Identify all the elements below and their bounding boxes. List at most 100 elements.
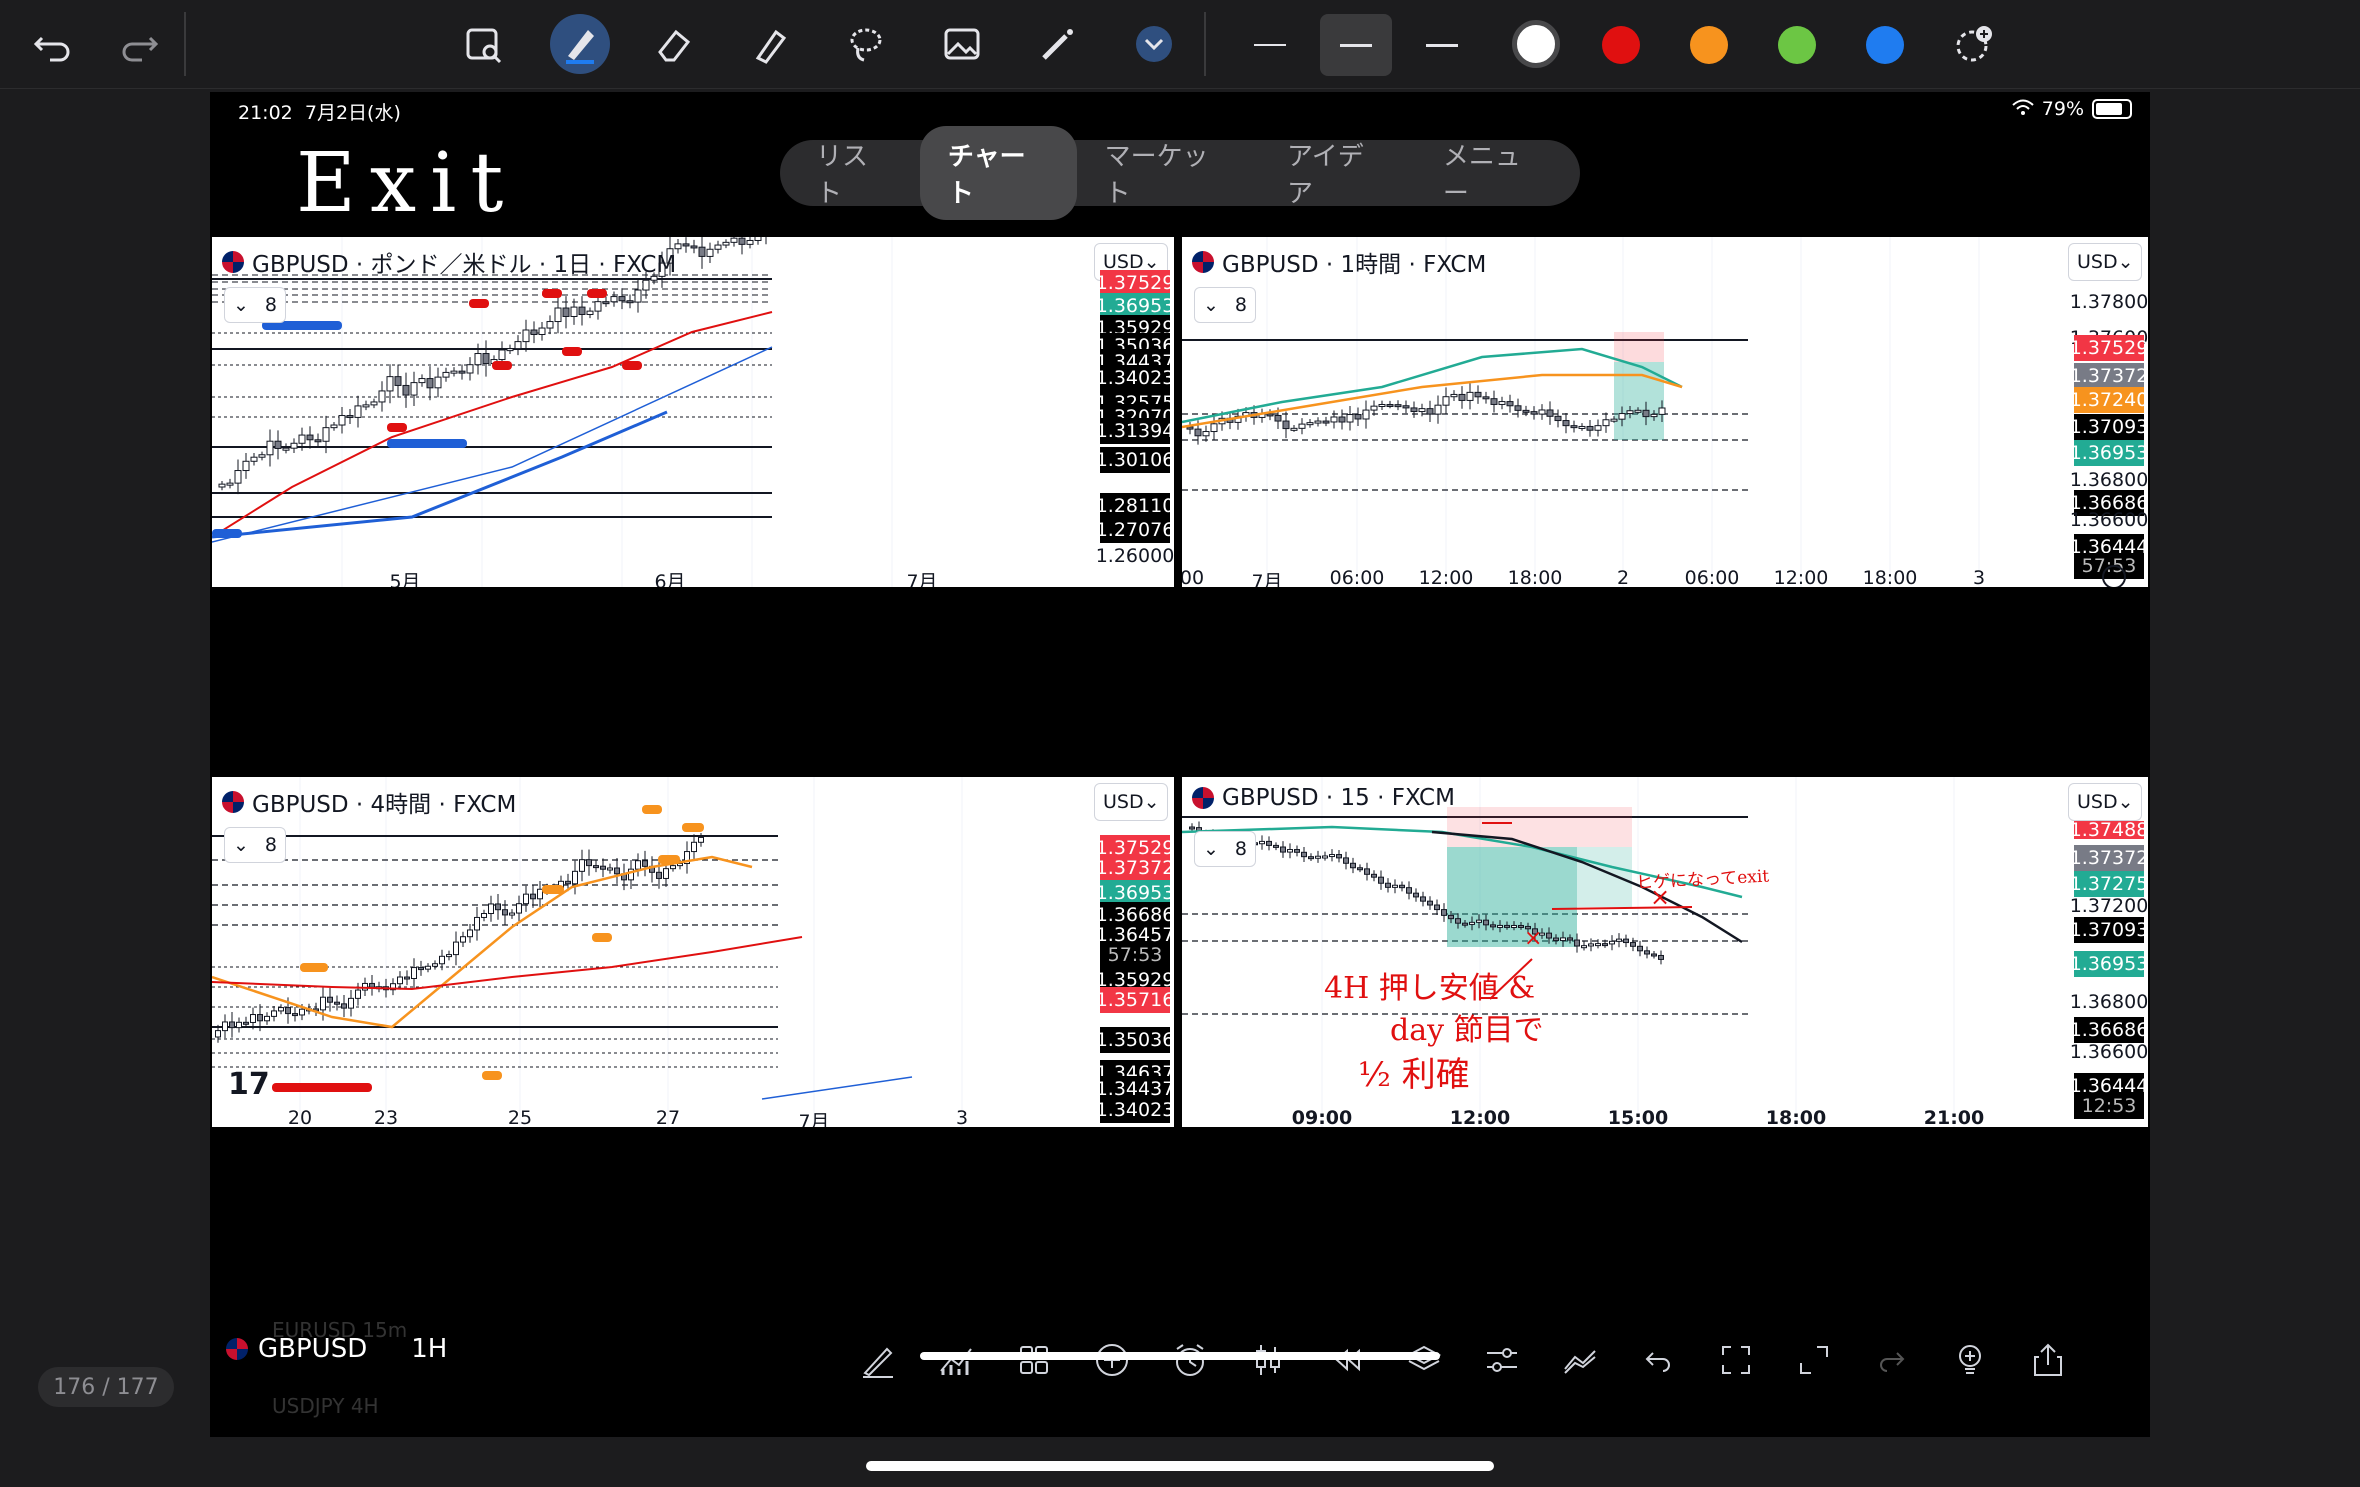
candle-body <box>1469 921 1475 925</box>
currency-select[interactable]: USD ⌄ <box>2068 783 2142 821</box>
zone-marker <box>682 823 704 832</box>
chart-pane-daily[interactable]: GBPUSD · ポンド／米ドル · 1日 · FXCM USD ⌄ ⌄ 8 1.3… <box>212 237 1174 587</box>
candle-body <box>354 405 362 418</box>
line-medium-option[interactable] <box>1320 14 1392 76</box>
magic-wand-icon[interactable] <box>1028 14 1088 74</box>
chevron-down-icon: ⌄ <box>2117 251 2134 273</box>
eraser-icon[interactable] <box>644 14 704 74</box>
trendline-blue-thick <box>212 410 668 539</box>
trendline-blue <box>761 1076 913 1100</box>
gbp-usd-flag-icon <box>1192 787 1214 809</box>
indicator-toggle[interactable]: ⌄ 8 <box>1194 831 1256 867</box>
alarm-icon[interactable] <box>1162 1332 1218 1388</box>
add-color-icon[interactable] <box>1944 14 2004 74</box>
tab-list[interactable]: リスト <box>788 126 920 220</box>
time-label: 6月 <box>654 571 686 587</box>
time-label: 3 <box>955 1107 969 1127</box>
tradingview-screenshot: 21:02 7月2日(水) 79% Exit リスト チャート マーケット アイ… <box>210 92 2150 1437</box>
undo-chart-icon[interactable] <box>1630 1332 1686 1388</box>
candle-body <box>1210 423 1218 433</box>
indicators-icon[interactable] <box>928 1332 984 1388</box>
candle-body <box>1399 884 1405 889</box>
candle-body <box>290 442 298 449</box>
interval[interactable]: 1H <box>411 1334 447 1364</box>
replay-icon[interactable] <box>1318 1332 1374 1388</box>
color-green[interactable] <box>1778 26 1816 64</box>
layers-icon[interactable] <box>1396 1332 1452 1388</box>
candle-body <box>271 1010 277 1017</box>
page-counter[interactable]: 176 / 177 <box>38 1367 174 1407</box>
chart-pane-15m[interactable]: × × GBPUSD · 15 · FXCM USD ⌄ ⌄ 8 1.37488 1.… <box>1182 777 2148 1127</box>
candle-body <box>1644 950 1650 955</box>
daily-chart-canvas[interactable] <box>212 237 1174 587</box>
tab-menu[interactable]: メニュー <box>1415 126 1572 220</box>
indicator-toggle[interactable]: ⌄ 8 <box>224 287 286 323</box>
highlighter-icon[interactable] <box>740 14 800 74</box>
candle-body <box>1343 857 1349 864</box>
time-label: 7月 <box>906 571 938 587</box>
price-label: 1.37800 <box>2069 291 2148 313</box>
share-icon[interactable] <box>2020 1332 2076 1388</box>
layout-grid-icon[interactable] <box>1006 1332 1062 1388</box>
redo-icon[interactable] <box>110 14 170 74</box>
candle-body <box>1294 849 1300 853</box>
image-search-icon[interactable] <box>454 14 514 74</box>
currency-select[interactable]: USD ⌄ <box>2068 243 2142 281</box>
candle-body <box>432 963 438 967</box>
chart-pane-1h[interactable]: GBPUSD · 1時間 · FXCM USD ⌄ ⌄ 8 1.37800 1.37… <box>1182 237 2148 587</box>
candle-body <box>1189 826 1195 830</box>
candle-body <box>502 909 508 916</box>
candle-body <box>397 976 403 985</box>
undo-icon[interactable] <box>22 14 82 74</box>
candle-body <box>498 349 506 361</box>
color-orange[interactable] <box>1690 26 1728 64</box>
time-label: 06:00 <box>1329 567 1385 587</box>
tab-ideas[interactable]: アイデア <box>1259 126 1415 220</box>
color-white[interactable] <box>1512 20 1560 68</box>
candle-body <box>634 289 642 303</box>
candle-body <box>516 903 522 914</box>
m15-chart-canvas[interactable]: ×× <box>1182 777 2148 1127</box>
tab-chart[interactable]: チャート <box>919 126 1077 220</box>
candle-body <box>746 239 754 245</box>
currency-select[interactable]: USD ⌄ <box>1094 783 1168 821</box>
tab-market[interactable]: マーケット <box>1077 126 1259 220</box>
screenshot-icon[interactable] <box>1708 1332 1764 1388</box>
indicator-toggle[interactable]: ⌄ 8 <box>1194 287 1256 323</box>
candle-body <box>618 296 626 302</box>
candle-body <box>292 1013 298 1017</box>
add-icon[interactable] <box>1084 1332 1140 1388</box>
candle-body <box>1280 846 1286 853</box>
pen-icon[interactable] <box>550 14 610 74</box>
color-blue[interactable] <box>1866 26 1904 64</box>
candle-body <box>1186 426 1194 430</box>
indicator-toggle[interactable]: ⌄ 8 <box>224 827 286 863</box>
symbol-selector[interactable]: GBPUSD 1H <box>226 1334 447 1364</box>
lasso-icon[interactable] <box>836 14 896 74</box>
h1-chart-canvas[interactable] <box>1182 237 2148 587</box>
candle-body <box>1530 411 1538 415</box>
line-thin-option[interactable] <box>1234 14 1306 76</box>
chevron-down-icon[interactable] <box>1124 14 1184 74</box>
chart-pane-4h[interactable]: GBPUSD · 4時間 · FXCM USD ⌄ ⌄ 8 1.37529 1.37… <box>212 777 1174 1127</box>
fullscreen-icon[interactable] <box>1786 1332 1842 1388</box>
color-red[interactable] <box>1602 26 1640 64</box>
h4-chart-canvas[interactable] <box>212 777 1174 1127</box>
candle-body <box>298 434 306 444</box>
candle-body <box>506 348 514 352</box>
price-label: 1.36800 <box>2069 991 2148 1013</box>
settings-sliders-icon[interactable] <box>1474 1332 1530 1388</box>
candles-icon[interactable] <box>1240 1332 1296 1388</box>
settings-gear-icon[interactable] <box>2102 565 2126 587</box>
candle-body <box>1282 420 1290 430</box>
zone-marker <box>658 855 680 864</box>
candle-body <box>1273 844 1279 848</box>
compare-icon[interactable] <box>1552 1332 1608 1388</box>
draw-tool-icon[interactable] <box>850 1332 906 1388</box>
time-label: 2 <box>1616 567 1630 587</box>
ideas-bulb-icon[interactable] <box>1942 1332 1998 1388</box>
image-icon[interactable] <box>932 14 992 74</box>
candle-body <box>1274 414 1282 422</box>
redo-chart-icon[interactable] <box>1864 1332 1920 1388</box>
line-thick-option[interactable] <box>1406 14 1478 76</box>
